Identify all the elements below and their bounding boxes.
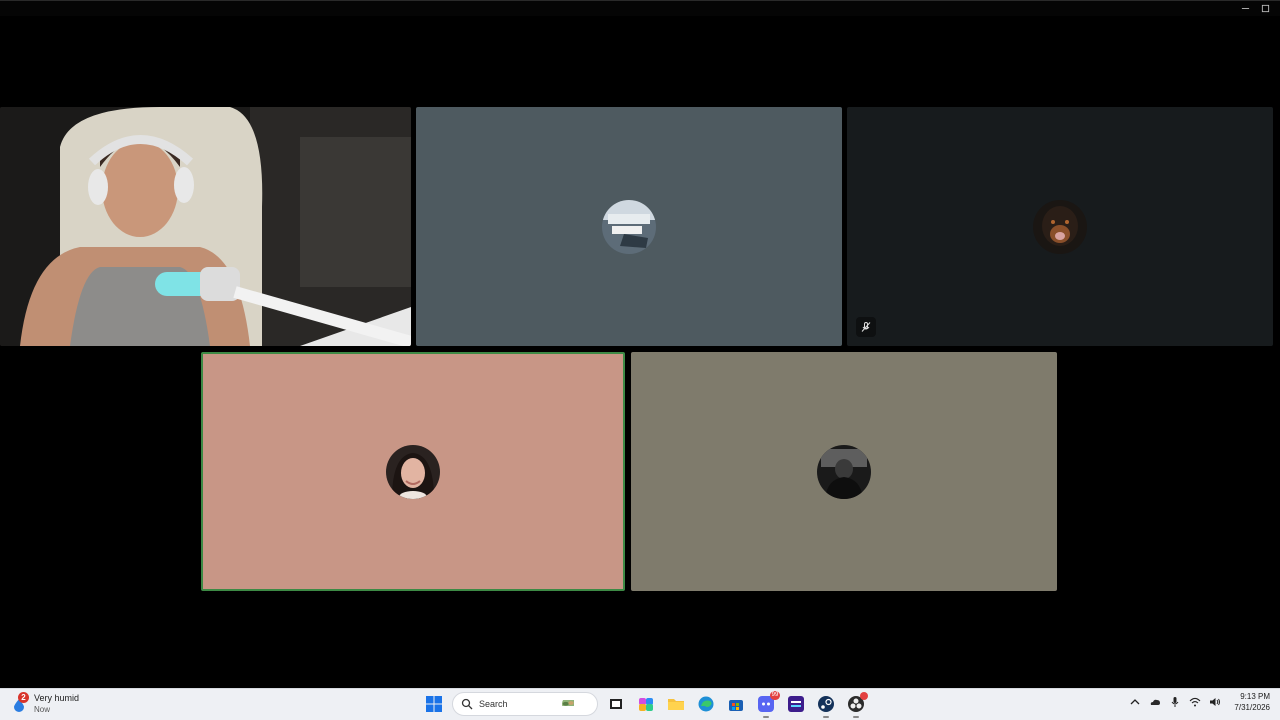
chevron-up-icon: [1130, 699, 1140, 705]
start-button[interactable]: [422, 692, 446, 716]
microphone-off-icon: [861, 322, 871, 332]
alert-dot: [860, 692, 868, 700]
participant-tile[interactable]: [631, 352, 1057, 591]
maximize-button[interactable]: [1258, 2, 1272, 14]
search-highlight-art: [562, 696, 594, 712]
participant-avatar: [1033, 199, 1087, 254]
store-icon: [729, 700, 743, 711]
file-explorer-button[interactable]: [664, 692, 688, 716]
steam-icon: [818, 696, 834, 712]
weather-badge: 2: [18, 692, 29, 703]
window-titlebar: [0, 0, 1280, 16]
onedrive-icon: [1151, 699, 1161, 705]
weather-widget[interactable]: 2 Very humid Now: [10, 692, 79, 715]
running-indicator: [853, 716, 859, 718]
amazon-music-button[interactable]: [784, 692, 808, 716]
weather-subtitle: Now: [34, 705, 51, 714]
participant-tile[interactable]: [416, 107, 842, 346]
copilot-icon: [639, 698, 653, 711]
amazon-music-icon: [788, 696, 804, 712]
steam-button[interactable]: [814, 692, 838, 718]
search-icon: [461, 698, 473, 710]
weather-humidity-icon: 2: [10, 692, 29, 713]
wifi-icon: [1190, 697, 1201, 707]
participant-avatar: [602, 199, 656, 254]
dark-photo-avatar-icon: [817, 444, 871, 499]
running-indicator: [763, 716, 769, 718]
person-selfie-avatar-icon: [386, 444, 440, 499]
participant-video-tile[interactable]: [0, 107, 411, 346]
participant-avatar: [817, 444, 871, 499]
weather-title: Very humid: [34, 693, 80, 703]
discord-notification-badge: 99: [770, 691, 780, 700]
search-label: Search: [479, 699, 508, 709]
folder-icon: [668, 699, 684, 710]
rottweiler-avatar-icon: [1033, 199, 1087, 254]
maximize-icon: [1261, 4, 1269, 12]
volume-icon: [1210, 698, 1221, 706]
window-controls: [1238, 2, 1272, 14]
clock-time: 9:13 PM: [1240, 692, 1270, 701]
copilot-button[interactable]: [634, 692, 658, 716]
titlebar-divider: [0, 0, 1280, 1]
edge-browser-icon: [698, 696, 714, 712]
taskbar: 2 Very humid Now Search 99 9:13 PM 7/31/…: [0, 688, 1280, 720]
windows-start-icon: [426, 696, 442, 712]
wifi-button[interactable]: [1188, 695, 1202, 709]
task-view-button[interactable]: [604, 692, 628, 716]
taskbar-search[interactable]: Search: [452, 692, 598, 716]
volume-button[interactable]: [1208, 695, 1222, 709]
discord-button[interactable]: 99: [754, 691, 780, 718]
participant-avatar: [386, 444, 440, 499]
show-hidden-icons-button[interactable]: [1128, 695, 1142, 709]
edge-button[interactable]: [694, 692, 718, 716]
participant-tile-speaking[interactable]: [201, 352, 625, 591]
minimize-icon: [1241, 7, 1249, 9]
muted-badge: [856, 317, 876, 337]
store-button[interactable]: [724, 692, 748, 716]
onedrive-button[interactable]: [1148, 695, 1162, 709]
weather-text: Very humid Now: [34, 693, 79, 715]
clock-date: 7/31/2026: [1234, 703, 1270, 712]
webcam-video-feed: [0, 107, 411, 346]
microphone-button[interactable]: [1168, 695, 1182, 709]
taskbar-clock[interactable]: 9:13 PM 7/31/2026: [1234, 691, 1270, 713]
microphone-icon: [1172, 697, 1179, 707]
running-indicator: [823, 716, 829, 718]
participant-tile[interactable]: [847, 107, 1273, 346]
task-view-icon: [610, 699, 622, 709]
taskbar-apps: Search 99: [422, 691, 868, 718]
system-tray: 9:13 PM 7/31/2026: [1128, 691, 1270, 713]
minimize-button[interactable]: [1238, 2, 1252, 14]
boat-harbor-avatar-icon: [602, 199, 656, 254]
obs-button[interactable]: [844, 692, 868, 718]
